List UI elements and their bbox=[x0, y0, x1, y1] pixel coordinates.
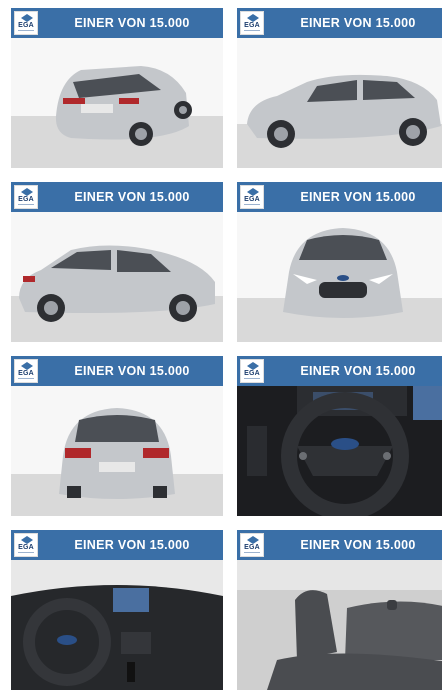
ega-logo: EGA bbox=[14, 11, 38, 35]
gallery-photo-8[interactable]: EGA EINER VON 15.000 bbox=[237, 530, 442, 690]
banner-title: EINER VON 15.000 bbox=[74, 16, 190, 30]
banner-title: EINER VON 15.000 bbox=[300, 364, 416, 378]
gallery-photo-5[interactable]: EGA EINER VON 15.000 bbox=[11, 356, 223, 516]
photo-gallery: EGA EINER VON 15.000 EGA EINER VON 15.00… bbox=[0, 0, 442, 690]
photo-banner: EGA EINER VON 15.000 bbox=[11, 182, 223, 212]
ega-logo: EGA bbox=[14, 533, 38, 557]
car-rear-image bbox=[11, 386, 223, 516]
ega-logo: EGA bbox=[240, 185, 264, 209]
banner-title: EINER VON 15.000 bbox=[300, 16, 416, 30]
gallery-photo-2[interactable]: EGA EINER VON 15.000 bbox=[237, 8, 442, 168]
banner-title: EINER VON 15.000 bbox=[300, 190, 416, 204]
photo-banner: EGA EINER VON 15.000 bbox=[11, 356, 223, 386]
gallery-photo-4[interactable]: EGA EINER VON 15.000 bbox=[237, 182, 442, 342]
car-rear-three-quarter-image bbox=[11, 38, 223, 168]
photo-banner: EGA EINER VON 15.000 bbox=[237, 8, 442, 38]
ega-logo: EGA bbox=[240, 359, 264, 383]
banner-title: EINER VON 15.000 bbox=[74, 190, 190, 204]
banner-title: EINER VON 15.000 bbox=[74, 538, 190, 552]
steering-wheel-image bbox=[237, 386, 442, 516]
photo-banner: EGA EINER VON 15.000 bbox=[237, 530, 442, 560]
ega-logo: EGA bbox=[14, 185, 38, 209]
ega-logo: EGA bbox=[240, 533, 264, 557]
ega-logo: EGA bbox=[14, 359, 38, 383]
ega-logo: EGA bbox=[240, 11, 264, 35]
car-side-right-image bbox=[237, 38, 442, 168]
gallery-photo-6[interactable]: EGA EINER VON 15.000 bbox=[237, 356, 442, 516]
gallery-photo-7[interactable]: EGA EINER VON 15.000 bbox=[11, 530, 223, 690]
gallery-photo-1[interactable]: EGA EINER VON 15.000 bbox=[11, 8, 223, 168]
car-side-left-image bbox=[11, 212, 223, 342]
rear-seats-image bbox=[237, 560, 442, 690]
photo-banner: EGA EINER VON 15.000 bbox=[11, 8, 223, 38]
car-front-image bbox=[237, 212, 442, 342]
banner-title: EINER VON 15.000 bbox=[74, 364, 190, 378]
photo-banner: EGA EINER VON 15.000 bbox=[237, 356, 442, 386]
photo-banner: EGA EINER VON 15.000 bbox=[237, 182, 442, 212]
banner-title: EINER VON 15.000 bbox=[300, 538, 416, 552]
photo-banner: EGA EINER VON 15.000 bbox=[11, 530, 223, 560]
gallery-photo-3[interactable]: EGA EINER VON 15.000 bbox=[11, 182, 223, 342]
dashboard-image bbox=[11, 560, 223, 690]
